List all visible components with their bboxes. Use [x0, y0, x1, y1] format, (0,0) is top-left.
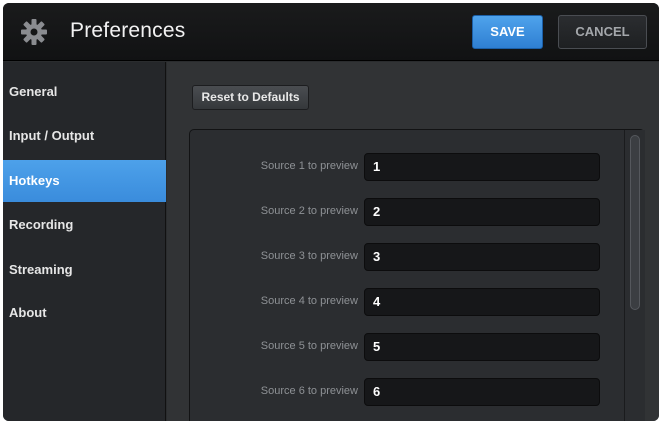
- reset-to-defaults-button[interactable]: Reset to Defaults: [192, 85, 309, 110]
- hotkey-row: Source 1 to preview 1: [190, 153, 610, 181]
- sidebar-item-streaming[interactable]: Streaming: [3, 249, 166, 291]
- sidebar-item-input-output[interactable]: Input / Output: [3, 115, 166, 157]
- hotkeys-panel: Source 1 to preview 1 Source 2 to previe…: [189, 129, 645, 421]
- title-bar: Preferences SAVE CANCEL: [3, 3, 659, 61]
- hotkey-input[interactable]: 2: [364, 198, 600, 226]
- sidebar-item-about[interactable]: About: [3, 292, 166, 334]
- hotkey-input[interactable]: 3: [364, 243, 600, 271]
- hotkey-label: Source 5 to preview: [260, 340, 358, 352]
- hotkey-label: Source 2 to preview: [260, 205, 358, 217]
- preferences-window: Preferences SAVE CANCEL General Input / …: [3, 3, 659, 421]
- hotkey-label: Source 3 to preview: [260, 250, 358, 262]
- sidebar: General Input / Output Hotkeys Recording…: [3, 62, 166, 421]
- hotkey-row: Source 3 to preview 3: [190, 243, 610, 271]
- cancel-button[interactable]: CANCEL: [558, 15, 647, 49]
- sidebar-item-general[interactable]: General: [3, 71, 166, 113]
- hotkey-input[interactable]: 4: [364, 288, 600, 316]
- hotkey-row: Source 5 to preview 5: [190, 333, 610, 361]
- hotkey-label: Source 4 to preview: [260, 295, 358, 307]
- vertical-scrollbar[interactable]: [624, 130, 645, 421]
- hotkey-row: Source 4 to preview 4: [190, 288, 610, 316]
- window-title: Preferences: [70, 19, 186, 42]
- hotkey-row: Source 6 to preview 6: [190, 378, 610, 406]
- gear-icon: [21, 19, 47, 45]
- hotkey-label: Source 6 to preview: [260, 385, 358, 397]
- hotkeys-content: Reset to Defaults Source 1 to preview 1 …: [167, 62, 659, 421]
- hotkey-label: Source 1 to preview: [260, 160, 358, 172]
- hotkey-input[interactable]: 6: [364, 378, 600, 406]
- sidebar-item-recording[interactable]: Recording: [3, 204, 166, 246]
- sidebar-item-hotkeys[interactable]: Hotkeys: [3, 160, 166, 202]
- save-button[interactable]: SAVE: [472, 15, 543, 49]
- scrollbar-thumb[interactable]: [630, 135, 640, 310]
- hotkey-row: Source 2 to preview 2: [190, 198, 610, 226]
- hotkey-input[interactable]: 5: [364, 333, 600, 361]
- hotkey-input[interactable]: 1: [364, 153, 600, 181]
